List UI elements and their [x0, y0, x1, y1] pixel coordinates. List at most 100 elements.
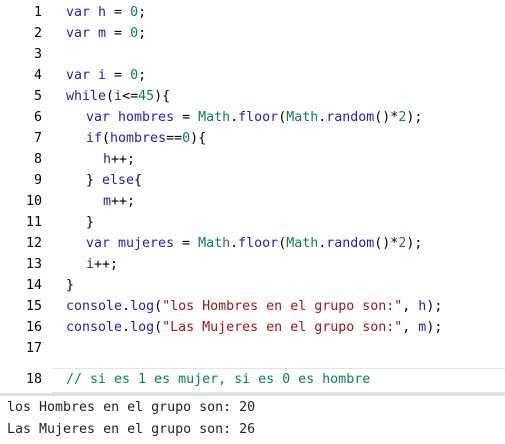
code-token: console: [66, 299, 123, 314]
code-token: random: [326, 236, 375, 251]
code-token: ++;: [111, 152, 136, 167]
code-token: ++;: [111, 194, 136, 209]
line-number: 12: [25, 236, 42, 251]
code-token: ){: [190, 131, 207, 146]
code-token: ;: [138, 5, 147, 20]
code-line[interactable]: 5 while(i<=45){: [0, 86, 505, 107]
code-token: (: [278, 236, 287, 251]
code-token: else: [102, 173, 135, 188]
code-text: while(i<=45){: [66, 86, 170, 107]
line-number: 10: [25, 194, 42, 209]
code-token: (: [102, 131, 111, 146]
code-text: if(hombres==0){: [86, 128, 206, 149]
code-token: while: [66, 89, 107, 104]
console-line: Las Mujeres en el grupo son: 26: [7, 422, 256, 437]
code-token: floor: [238, 110, 279, 125]
code-token: var: [86, 110, 119, 125]
code-token: );: [426, 299, 443, 314]
code-token: );: [406, 236, 423, 251]
code-token: =: [174, 110, 199, 125]
code-token: m: [103, 194, 112, 209]
line-number: 5: [33, 89, 42, 104]
code-token: ;: [138, 26, 147, 41]
code-line[interactable]: 13 i++;: [0, 254, 505, 275]
code-token: console: [66, 320, 123, 335]
console-line: los Hombres en el grupo son: 20: [7, 400, 256, 415]
line-number: 8: [33, 152, 42, 167]
code-token: log: [130, 299, 155, 314]
line-number: 17: [25, 341, 42, 356]
line-number: 9: [33, 173, 42, 188]
code-token: h: [98, 5, 107, 20]
code-token: (: [154, 299, 163, 314]
code-text: console.log("los Hombres en el grupo son…: [66, 296, 442, 317]
code-line[interactable]: 10 m++;: [0, 191, 505, 212]
code-token: .: [122, 320, 131, 335]
code-line[interactable]: 11}: [0, 212, 505, 233]
code-token: .: [230, 110, 239, 125]
code-token: );: [406, 110, 423, 125]
code-token: Math: [286, 110, 319, 125]
console-output-panel: los Hombres en el grupo son: 20 Las Mujer…: [0, 396, 505, 444]
code-line[interactable]: 4 var i = 0;: [0, 65, 505, 86]
code-token: .: [230, 236, 239, 251]
code-token: "Las Mujeres en el grupo son:": [162, 320, 403, 335]
line-number: 4: [33, 68, 42, 83]
code-token: =: [106, 68, 131, 83]
code-line[interactable]: 12 var mujeres = Math.floor(Math.random()…: [0, 233, 505, 254]
code-text: var h = 0;: [66, 2, 146, 23]
code-line[interactable]: 18 // si es 1 es mujer, si es 0 es hombre: [0, 369, 505, 390]
code-text: } else{: [86, 170, 142, 191]
code-text: m++;: [103, 191, 135, 212]
line-number: 18: [25, 372, 42, 387]
code-line[interactable]: 17: [0, 338, 505, 359]
code-token: =: [106, 5, 131, 20]
code-token: <=: [122, 89, 139, 104]
code-line[interactable]: 6 var hombres = Math.floor(Math.random()*…: [0, 107, 505, 128]
code-text: }: [66, 275, 74, 296]
code-token: mujeres: [118, 236, 175, 251]
code-token: hombres: [110, 131, 167, 146]
code-line[interactable]: 3: [0, 44, 505, 65]
code-text: // si es 1 es mujer, si es 0 es hombre: [66, 369, 370, 390]
code-token: "los Hombres en el grupo son:": [162, 299, 403, 314]
code-token: i: [86, 257, 95, 272]
code-token: =: [174, 236, 199, 251]
code-line[interactable]: 8 h++;: [0, 149, 505, 170]
line-number: 3: [33, 47, 42, 62]
code-token: log: [130, 320, 155, 335]
line-number: 13: [25, 257, 42, 272]
code-token: }: [86, 173, 103, 188]
code-text: var mujeres = Math.floor(Math.random()*2…: [86, 233, 422, 254]
line-number: 15: [25, 299, 42, 314]
code-token: var: [66, 26, 99, 41]
code-token: 0: [130, 68, 139, 83]
code-token: Math: [198, 236, 231, 251]
line-number: 1: [33, 5, 42, 20]
code-line[interactable]: 1 var h = 0;: [0, 2, 505, 23]
code-token: m: [98, 26, 107, 41]
code-token: (: [154, 320, 163, 335]
code-token: ++;: [94, 257, 119, 272]
code-token: ,: [402, 320, 419, 335]
code-editor[interactable]: 1 var h = 0; 2 var m = 0; 3 4 var i = 0; 5 while…: [0, 0, 505, 393]
code-text: var m = 0;: [66, 23, 146, 44]
code-line[interactable]: 7 if(hombres==0){: [0, 128, 505, 149]
line-number: 16: [25, 320, 42, 335]
code-line[interactable]: 9 } else{: [0, 170, 505, 191]
code-token: ){: [154, 89, 171, 104]
code-token: }: [86, 215, 95, 230]
code-line[interactable]: 2 var m = 0;: [0, 23, 505, 44]
code-token: var: [66, 5, 99, 20]
line-number: 2: [33, 26, 42, 41]
code-token: i: [114, 89, 123, 104]
code-text: console.log("Las Mujeres en el grupo son…: [66, 317, 442, 338]
code-line[interactable]: 14}: [0, 275, 505, 296]
code-token: ;: [138, 68, 147, 83]
code-token: Math: [198, 110, 231, 125]
code-line[interactable]: 16 console.log("Las Mujeres en el grupo s…: [0, 317, 505, 338]
code-token: .: [122, 299, 131, 314]
code-line[interactable]: 15 console.log("los Hombres en el grupo s…: [0, 296, 505, 317]
code-text: h++;: [103, 149, 135, 170]
code-token: 0: [130, 5, 139, 20]
